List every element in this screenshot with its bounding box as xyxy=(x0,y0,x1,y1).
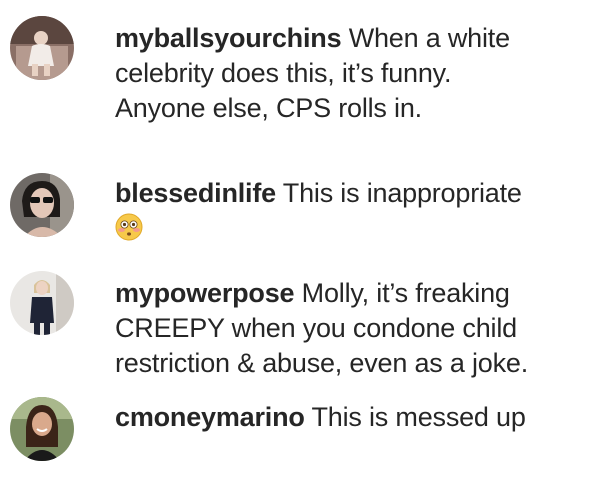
avatar-photo-woman-standing xyxy=(10,271,74,335)
comment-text: mypowerpose Molly, it’s freaking CREEPY … xyxy=(115,276,585,381)
comment-line: Molly, it’s freaking xyxy=(301,278,510,308)
comment-line: When a white xyxy=(348,23,510,53)
avatar[interactable] xyxy=(10,271,74,335)
username[interactable]: myballsyourchins xyxy=(115,23,342,53)
avatar-photo-woman-smiling xyxy=(10,397,74,461)
username[interactable]: mypowerpose xyxy=(115,278,295,308)
comment-line: This is messed up xyxy=(311,402,526,432)
avatar-photo-woman-sunglasses xyxy=(10,173,74,237)
comment-line: restriction & abuse, even as a joke. xyxy=(115,348,529,378)
comment-line: CREEPY when you condone child xyxy=(115,313,517,343)
flushed-face-icon xyxy=(115,213,143,241)
username[interactable]: blessedinlife xyxy=(115,178,276,208)
avatar-photo-child-on-sofa xyxy=(10,16,74,80)
comment-text: myballsyourchins When a white celebrity … xyxy=(115,21,585,126)
avatar[interactable] xyxy=(10,397,74,461)
comment-text: blessedinlife This is inappropriate xyxy=(115,176,585,246)
comment-line: celebrity does this, it’s funny. xyxy=(115,58,452,88)
comment-line: This is inappropriate xyxy=(282,178,522,208)
username[interactable]: cmoneymarino xyxy=(115,402,305,432)
comment-text: cmoneymarino This is messed up xyxy=(115,400,585,435)
comment-line: Anyone else, CPS rolls in. xyxy=(115,93,422,123)
avatar[interactable] xyxy=(10,16,74,80)
avatar[interactable] xyxy=(10,173,74,237)
